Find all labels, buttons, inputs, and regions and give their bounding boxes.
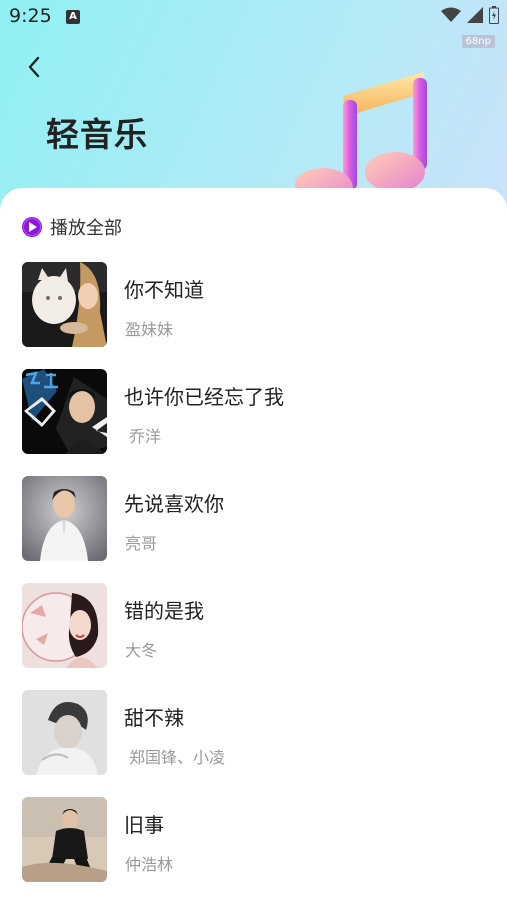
play-all-label: 播放全部 [50, 218, 122, 239]
album-cover [22, 262, 107, 347]
song-artist: 乔洋 [129, 427, 162, 446]
song-title: 先说喜欢你 [124, 492, 224, 516]
song-title: 也许你已经忘了我 [124, 385, 284, 409]
song-row[interactable]: 旧事 仲浩林 [22, 797, 492, 883]
play-all-button[interactable]: 播放全部 [22, 214, 122, 240]
album-cover [22, 369, 107, 454]
song-row[interactable]: 甜不辣 郑国锋、小凌 [22, 690, 492, 776]
notification-a-icon: A [66, 10, 80, 24]
song-title: 错的是我 [124, 599, 204, 623]
song-row[interactable]: 你不知道 盈妹妹 [22, 262, 492, 348]
back-button[interactable] [20, 52, 50, 82]
song-title: 甜不辣 [124, 706, 184, 730]
fps-badge: 68np [461, 35, 495, 48]
song-row[interactable]: 先说喜欢你 亮哥 [22, 476, 492, 562]
song-artist: 仲浩林 [125, 855, 174, 874]
song-title: 你不知道 [124, 278, 204, 302]
album-cover [22, 690, 107, 775]
album-cover [22, 476, 107, 561]
cell-signal-icon [467, 7, 483, 23]
album-cover [22, 583, 107, 668]
status-bar: 9:25 A 68np [0, 0, 507, 48]
song-row[interactable]: 错的是我 大冬 [22, 583, 492, 669]
song-row[interactable]: 也许你已经忘了我 乔洋 [22, 369, 492, 455]
chevron-left-icon [28, 56, 40, 78]
song-title: 旧事 [124, 813, 164, 837]
status-time: 9:25 [9, 5, 52, 27]
song-artist: 盈妹妹 [125, 320, 174, 339]
song-artist: 亮哥 [125, 534, 158, 553]
album-cover [22, 797, 107, 882]
system-icons [441, 6, 499, 24]
song-artist: 郑国锋、小凌 [129, 748, 226, 767]
wifi-icon [441, 7, 461, 22]
song-artist: 大冬 [125, 641, 158, 660]
play-circle-icon [22, 217, 42, 237]
battery-icon [489, 6, 499, 24]
page-title: 轻音乐 [46, 115, 148, 154]
